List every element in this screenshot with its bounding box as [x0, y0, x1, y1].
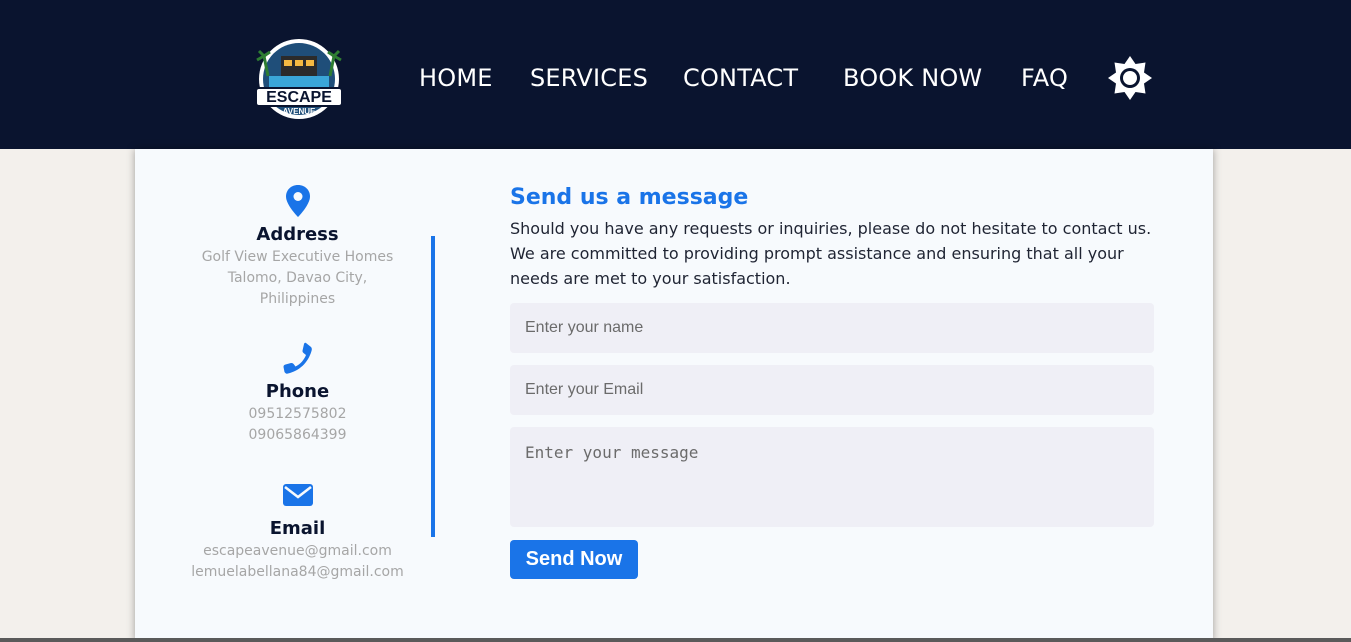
envelope-icon: [282, 484, 313, 506]
vertical-divider: [431, 236, 435, 537]
email-input[interactable]: [510, 365, 1154, 415]
logo-text: ESCAPE: [266, 89, 332, 106]
address-block: Address Golf View Executive Homes Talomo…: [135, 184, 460, 310]
nav-book-now[interactable]: BOOK NOW: [843, 62, 982, 94]
address-line: Philippines: [259, 291, 336, 307]
logo-graphic: ESCAPE AVENUE: [255, 39, 343, 119]
sun-icon: [1108, 56, 1152, 100]
navbar: ESCAPE AVENUE HOME SERVICES CONTACT BOOK…: [0, 0, 1351, 149]
logo-subtext: AVENUE: [283, 107, 316, 116]
email-address[interactable]: escapeavenue@gmail.com: [135, 541, 460, 562]
location-pin-icon: [285, 185, 310, 217]
form-title: Send us a message: [510, 185, 749, 210]
contact-form: Send us a message Should you have any re…: [510, 184, 1154, 579]
page-bottom-edge: [0, 638, 1351, 642]
nav-home[interactable]: HOME: [419, 62, 493, 94]
email-address[interactable]: lemuelabellana84@gmail.com: [135, 562, 460, 583]
nav-services[interactable]: SERVICES: [530, 62, 648, 94]
nav-contact[interactable]: CONTACT: [683, 62, 798, 94]
email-block: Email escapeavenue@gmail.com lemuelabell…: [135, 478, 460, 583]
send-now-button[interactable]: Send Now: [510, 540, 638, 579]
address-line: Talomo, Davao City,: [227, 270, 368, 286]
phone-number[interactable]: 09065864399: [135, 425, 460, 446]
email-title: Email: [269, 518, 326, 539]
address-line: Golf View Executive Homes: [201, 249, 394, 265]
contact-card: Address Golf View Executive Homes Talomo…: [135, 149, 1213, 642]
escape-avenue-logo[interactable]: ESCAPE AVENUE: [254, 38, 344, 120]
message-input[interactable]: [510, 427, 1154, 527]
phone-title: Phone: [265, 381, 330, 402]
phone-block: Phone 09512575802 09065864399: [135, 341, 460, 446]
address-title: Address: [256, 224, 339, 245]
theme-toggle-button[interactable]: [1107, 55, 1153, 101]
phone-icon: [283, 342, 312, 374]
phone-number[interactable]: 09512575802: [135, 404, 460, 425]
name-input[interactable]: [510, 303, 1154, 353]
nav-faq[interactable]: FAQ: [1021, 62, 1068, 94]
form-description: Should you have any requests or inquirie…: [510, 219, 1152, 288]
